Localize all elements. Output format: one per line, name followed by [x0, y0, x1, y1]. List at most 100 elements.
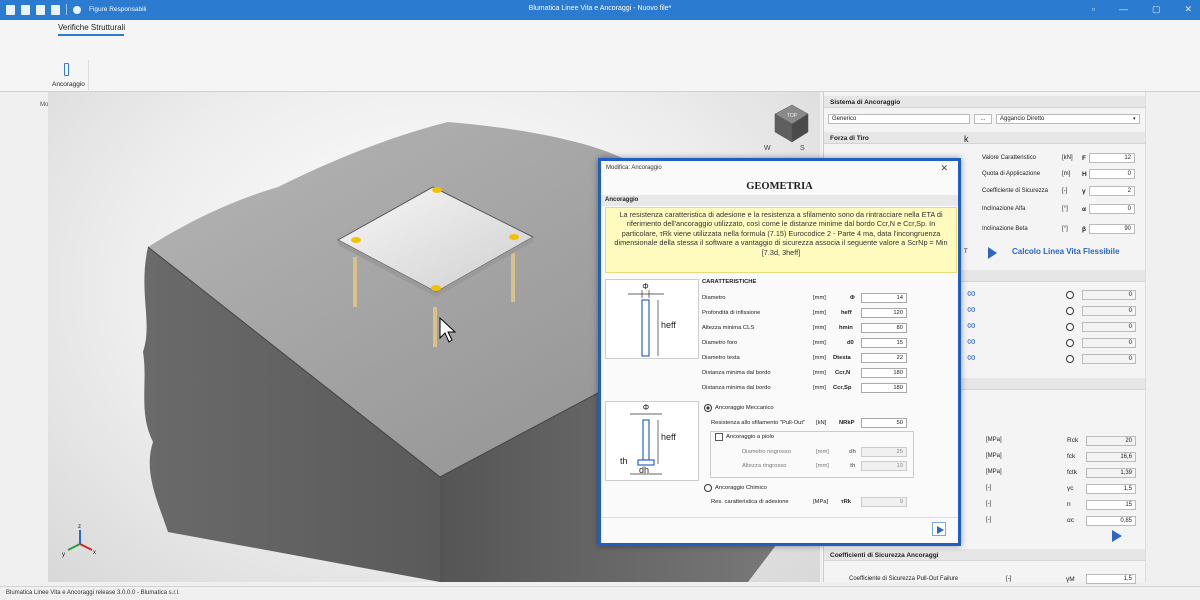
distanza-n-field[interactable]: 180 [861, 368, 907, 378]
anchor-value-field[interactable]: 0 [1082, 290, 1136, 300]
anchor-radio[interactable] [1066, 323, 1074, 331]
rck-unit: [MPa] [986, 437, 1002, 443]
profondita-symbol: heff [841, 310, 852, 316]
fctk-value-field[interactable]: 1,39 [1086, 468, 1136, 478]
window-title: Blumatica Linee Vita e Ancoraggi - Nuovo… [528, 5, 672, 12]
fctk-unit: [MPa] [986, 469, 1002, 475]
aggancio-select[interactable]: Aggancio Diretto [996, 114, 1140, 124]
active-tab-indicator [58, 34, 124, 36]
info-note: La resistenza caratteristica di adesione… [605, 207, 957, 273]
diametro-testa-unit: [mm] [813, 355, 826, 361]
profondita-field[interactable]: 120 [861, 308, 907, 318]
anchor-value-field[interactable]: 0 [1082, 354, 1136, 364]
anchor-radio[interactable] [1066, 339, 1074, 347]
partial-text-2: T [964, 249, 968, 255]
calcolo-linea-vita-button[interactable]: Calcolo Linea Vita Flessibile [1012, 247, 1119, 256]
ring-height-field[interactable]: 10 [861, 461, 907, 471]
infinity-icon: ∞ [967, 318, 976, 332]
distanza-n-symbol: Ccr,N [835, 370, 851, 376]
ancoraggio-button[interactable]: Ancoraggio [52, 81, 85, 88]
diametro-label: Diametro [702, 295, 726, 301]
gamma-c-value-field[interactable]: 1,5 [1086, 484, 1136, 494]
diametro-testa-symbol: Dtesta [833, 355, 851, 361]
caratteristiche-header: CARATTERISTICHE [702, 279, 757, 285]
diametro-field[interactable]: 14 [861, 293, 907, 303]
rck-symbol: Rck [1067, 437, 1079, 444]
gamma-c-symbol: γc [1067, 485, 1074, 492]
svg-text:z: z [78, 524, 81, 530]
anchor-radio[interactable] [1066, 307, 1074, 315]
distanza-sp-unit: [mm] [813, 385, 826, 391]
piolo-checkbox[interactable] [715, 433, 723, 441]
anchor-value-field[interactable]: 0 [1082, 306, 1136, 316]
n-value-field[interactable]: 15 [1086, 500, 1136, 510]
beta-value-field[interactable]: 90 [1089, 224, 1135, 234]
fctk-symbol: fctk [1067, 469, 1078, 476]
adesione-field[interactable]: 9 [861, 497, 907, 507]
minimize-icon[interactable]: — [1119, 4, 1128, 15]
forza-value-field[interactable]: 12 [1089, 153, 1135, 163]
anchor-icon[interactable] [64, 63, 69, 76]
alpha-c-value-field[interactable]: 0,85 [1086, 516, 1136, 526]
diametro-testa-field[interactable]: 22 [861, 353, 907, 363]
pull-out-symbol: NRkP [839, 420, 855, 426]
tab-verifiche-strutturali[interactable]: Verifiche Strutturali [58, 23, 125, 32]
nut-2 [351, 237, 361, 243]
chimico-label: Ancoraggio Chimico [715, 485, 767, 491]
alpha-c-symbol: αc [1067, 517, 1075, 524]
confirm-button[interactable] [932, 522, 946, 536]
ancoraggio-dialog: Modifica: Ancoraggio ✕ GEOMETRIA Ancorag… [598, 158, 961, 546]
chimico-radio[interactable] [704, 484, 712, 492]
chevron-down-icon[interactable]: ▾ [1133, 116, 1136, 122]
svg-text:heff: heff [661, 320, 676, 330]
infinity-icon: ∞ [967, 286, 976, 300]
alfa-value-field[interactable]: 0 [1089, 204, 1135, 214]
partial-text: k [964, 134, 969, 144]
generico-field[interactable]: Generico [828, 114, 970, 124]
pull-out-symbol: γM [1066, 576, 1075, 583]
play-icon[interactable] [1112, 530, 1122, 542]
ring-diameter-unit: [mm] [816, 449, 829, 455]
dialog-divider [601, 517, 958, 518]
forza-label: Valore Caratteristico [982, 155, 1036, 161]
maximize-icon[interactable]: ▢ [1152, 4, 1161, 15]
distanza-n-label: Distanza minima dal bordo [702, 370, 771, 376]
distanza-sp-field[interactable]: 180 [861, 383, 907, 393]
rck-value-field[interactable]: 20 [1086, 436, 1136, 446]
close-icon[interactable]: ✕ [1184, 4, 1192, 15]
coefficiente-symbol: γ [1082, 188, 1086, 195]
sistema-ancoraggio-header: Sistema di Ancoraggio [824, 96, 1146, 108]
svg-text:y: y [62, 552, 65, 558]
ring-diameter-field[interactable]: 25 [861, 447, 907, 457]
infinity-icon: ∞ [967, 350, 976, 364]
gamma-c-unit: [-] [986, 485, 992, 491]
browse-button[interactable]: ... [974, 114, 992, 124]
axis-triad-icon: z y x [62, 524, 96, 558]
close-icon[interactable]: ✕ [940, 163, 948, 174]
infinity-icon: ∞ [967, 302, 976, 316]
panel-scrollbar[interactable] [1145, 92, 1154, 582]
anchor-value-field[interactable]: 0 [1082, 338, 1136, 348]
pull-out-field[interactable]: 50 [861, 418, 907, 428]
nut-1 [432, 187, 442, 193]
anchor-value-field[interactable]: 0 [1082, 322, 1136, 332]
coefficiente-value-field[interactable]: 2 [1089, 186, 1135, 196]
fck-unit: [MPa] [986, 453, 1002, 459]
meccanico-radio[interactable] [704, 404, 712, 412]
cube-face-top: TOP [787, 113, 798, 119]
play-icon[interactable] [988, 247, 997, 259]
pull-out-value-field[interactable]: 1,5 [1086, 574, 1136, 584]
quota-value-field[interactable]: 0 [1089, 169, 1135, 179]
anchor-radio[interactable] [1066, 291, 1074, 299]
pull-out-unit: [-] [1006, 576, 1012, 582]
distanza-sp-label: Distanza minima dal bordo [702, 385, 771, 391]
svg-text:th: th [620, 456, 628, 466]
adesione-label: Res. caratteristica di adesione [711, 499, 789, 505]
anchor-radio[interactable] [1066, 355, 1074, 363]
fck-value-field[interactable]: 16,6 [1086, 452, 1136, 462]
diametro-unit: [mm] [813, 295, 826, 301]
altezza-cls-field[interactable]: 80 [861, 323, 907, 333]
anchor-bolt-3 [433, 307, 437, 347]
diametro-foro-field[interactable]: 15 [861, 338, 907, 348]
restore-icon[interactable]: ▫ [1092, 4, 1095, 15]
